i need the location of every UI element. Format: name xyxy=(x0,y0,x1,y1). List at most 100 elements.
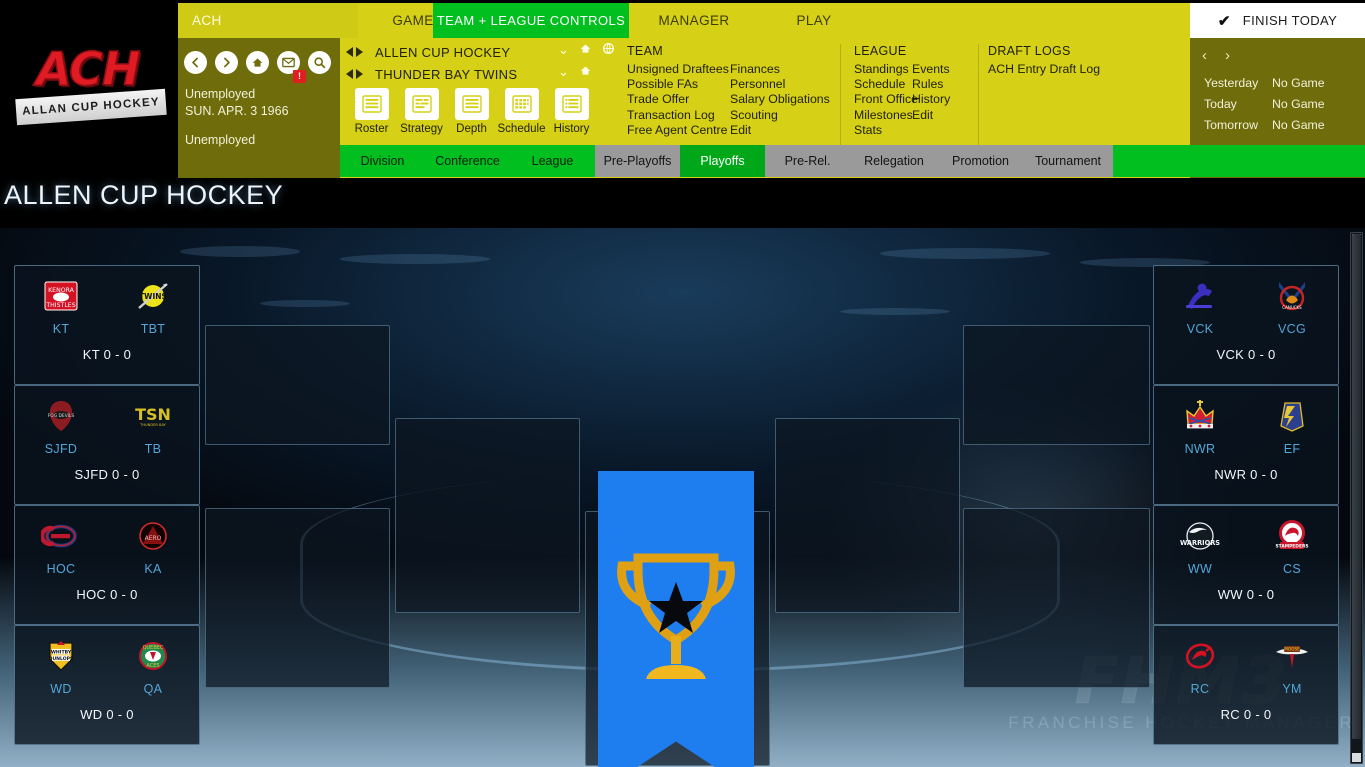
team-away[interactable]: CANUCKS VCG xyxy=(1255,276,1329,336)
quick-button-roster[interactable]: Roster xyxy=(350,88,393,135)
team-away[interactable]: TWINS TBT xyxy=(116,276,190,336)
menu-item-transaction-log[interactable]: Transaction Log xyxy=(627,108,730,123)
team-abbr: QA xyxy=(143,682,163,696)
league-row-icons: ⌄ xyxy=(558,42,615,57)
scroll-thumb[interactable] xyxy=(1352,234,1361,739)
team-home[interactable]: WHITBY DUNLOPS WD xyxy=(24,636,98,696)
menu-item-salary-obligations[interactable]: Salary Obligations xyxy=(730,92,830,107)
quick-button-strategy[interactable]: Strategy xyxy=(400,88,443,135)
team-selector-row[interactable]: THUNDER BAY TWINS xyxy=(346,63,517,85)
bracket-slot-empty[interactable] xyxy=(963,325,1150,445)
menu-item-trade-offer[interactable]: Trade Offer xyxy=(627,92,730,107)
tab-promotion[interactable]: Promotion xyxy=(938,145,1023,177)
tab-pre-playoffs[interactable]: Pre-Playoffs xyxy=(595,145,680,177)
menu-item-ach-entry-draft-log[interactable]: ACH Entry Draft Log xyxy=(988,62,1100,77)
svg-text:TWINS: TWINS xyxy=(139,292,167,301)
bracket-slot-empty[interactable] xyxy=(205,325,390,445)
match-card[interactable]: NWR EF NWR 0 - 0 xyxy=(1153,385,1339,505)
tab-tournament[interactable]: Tournament xyxy=(1023,145,1113,177)
menu-item-league-schedule[interactable]: Schedule xyxy=(854,77,912,92)
vertical-scrollbar[interactable] xyxy=(1350,232,1363,764)
match-card[interactable]: HOC AERO KA HOC 0 - 0 xyxy=(14,505,200,625)
team-away[interactable]: STAMPEDERS CS xyxy=(1255,516,1329,576)
menu-item-standings[interactable]: Standings xyxy=(854,62,912,77)
next-day-icon[interactable]: › xyxy=(1225,48,1230,63)
back-arrow-icon[interactable] xyxy=(184,51,207,74)
tab-league[interactable]: League xyxy=(510,145,595,177)
menu-item-team-edit[interactable]: Edit xyxy=(730,123,830,138)
match-card[interactable]: VCK CANUCKS VCG VCK 0 - 0 xyxy=(1153,265,1339,385)
menu-item-possible-fas[interactable]: Possible FAs xyxy=(627,77,730,92)
team-away[interactable]: MOOSE YM xyxy=(1255,636,1329,696)
menu-item-milestones[interactable]: Milestones xyxy=(854,108,913,123)
menu-item-unsigned-draftees[interactable]: Unsigned Draftees xyxy=(627,62,730,77)
team-away[interactable]: TSN THUNDER BAY TB xyxy=(116,396,190,456)
quick-button-schedule[interactable]: Schedule xyxy=(498,88,545,135)
team-home[interactable]: VCK xyxy=(1163,276,1237,336)
quick-button-depth[interactable]: Depth xyxy=(450,88,493,135)
menu-item-league-edit[interactable]: Edit xyxy=(912,108,950,123)
prev-day-icon[interactable]: ‹ xyxy=(1202,48,1207,63)
chevrons-down-icon[interactable]: ⌄ xyxy=(558,43,569,56)
match-card[interactable]: WARRIORS WW STAMPEDERS CS WW 0 - 0 xyxy=(1153,505,1339,625)
team-selector-label: THUNDER BAY TWINS xyxy=(375,66,518,82)
menu-manager[interactable]: MANAGER xyxy=(629,3,759,38)
globe-icon[interactable] xyxy=(602,42,615,57)
team-away[interactable]: EF xyxy=(1255,396,1329,456)
menu-play[interactable]: PLAY xyxy=(759,3,869,38)
chevrons-down-icon[interactable]: ⌄ xyxy=(558,65,569,78)
team-home[interactable]: FOG DEVILS SJFD xyxy=(24,396,98,456)
bracket-slot-empty[interactable] xyxy=(395,418,580,613)
home-icon[interactable] xyxy=(579,64,592,79)
menu-item-finances[interactable]: Finances xyxy=(730,62,830,77)
tab-relegation[interactable]: Relegation xyxy=(850,145,938,177)
mail-icon[interactable]: ! xyxy=(277,51,306,83)
team-away[interactable]: AERO KA xyxy=(116,516,190,576)
quick-button-history[interactable]: History xyxy=(550,88,593,135)
match-card[interactable]: WHITBY DUNLOPS WD QUEBEC ACES QA WD 0 - 0 xyxy=(14,625,200,745)
match-card[interactable]: FOG DEVILS SJFD TSN THUNDER BAY TB SJFD 0… xyxy=(14,385,200,505)
bracket-slot-empty[interactable] xyxy=(963,508,1150,688)
chevron-left-icon[interactable] xyxy=(346,69,353,79)
tab-conference[interactable]: Conference xyxy=(425,145,510,177)
team-home[interactable]: HOC xyxy=(24,516,98,576)
bracket-slot-empty[interactable] xyxy=(205,508,390,688)
menu-item-personnel[interactable]: Personnel xyxy=(730,77,830,92)
menu-item-rules[interactable]: Rules xyxy=(912,77,950,92)
home-icon[interactable] xyxy=(246,51,269,74)
team-home[interactable]: RC xyxy=(1163,636,1237,696)
tab-playoffs[interactable]: Playoffs xyxy=(680,145,765,177)
scroll-down-arrow[interactable] xyxy=(1352,753,1361,762)
menu-item-league-history[interactable]: History xyxy=(912,92,950,107)
chevron-right-icon[interactable] xyxy=(356,69,363,79)
team-home[interactable]: WARRIORS WW xyxy=(1163,516,1237,576)
chevron-right-icon[interactable] xyxy=(356,47,363,57)
menu-team-league-controls[interactable]: TEAM + LEAGUE CONTROLS xyxy=(433,3,629,38)
team-away[interactable]: QUEBEC ACES QA xyxy=(116,636,190,696)
team-home[interactable]: KENORA THISTLES KT xyxy=(24,276,98,336)
chevron-left-icon[interactable] xyxy=(346,47,353,57)
menu-item-events[interactable]: Events xyxy=(912,62,950,77)
menu-item-scouting[interactable]: Scouting xyxy=(730,108,830,123)
menu-item-front-office[interactable]: Front Office xyxy=(854,92,918,107)
team-selector-arrows[interactable] xyxy=(346,69,363,79)
team-abbr: KT xyxy=(52,322,70,336)
ach-logo-ribbon-text: ALLAN CUP HOCKEY xyxy=(21,96,161,118)
menu-item-free-agent-centre[interactable]: Free Agent Centre xyxy=(627,123,730,138)
tab-division[interactable]: Division xyxy=(340,145,425,177)
search-icon[interactable] xyxy=(308,51,331,74)
finish-today-button[interactable]: ✔ FINISH TODAY xyxy=(1190,3,1365,38)
home-icon[interactable] xyxy=(579,42,592,57)
tab-pre-rel[interactable]: Pre-Rel. xyxy=(765,145,850,177)
team-home[interactable]: NWR xyxy=(1163,396,1237,456)
menu-column-league-list-a: Standings Schedule Front Office Mileston… xyxy=(854,62,918,138)
league-selector-row[interactable]: ALLEN CUP HOCKEY xyxy=(346,41,510,63)
match-card[interactable]: RC MOOSE YM RC 0 - 0 xyxy=(1153,625,1339,745)
bracket-slot-empty[interactable] xyxy=(775,418,960,613)
league-selector-arrows[interactable] xyxy=(346,47,363,57)
team-abbr: NWR xyxy=(1184,442,1216,456)
forward-arrow-icon[interactable] xyxy=(215,51,238,74)
match-card[interactable]: KENORA THISTLES KT TWINS TBT KT 0 - 0 xyxy=(14,265,200,385)
team-abbr: TBT xyxy=(140,322,166,336)
menu-item-stats[interactable]: Stats xyxy=(854,123,912,138)
